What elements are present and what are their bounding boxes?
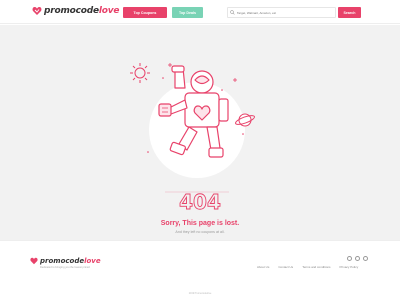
error-subtitle: And they left no coupons at all. [175,230,225,234]
footer-logo[interactable]: promocodelove [30,257,101,265]
social-links [347,256,368,261]
footer-link-privacy[interactable]: Privacy Policy [340,265,359,269]
facebook-icon[interactable] [347,256,352,261]
footer-logo-part1: promocode [40,257,85,265]
error-code-graphic: 404 [179,190,222,215]
instagram-icon[interactable] [363,256,368,261]
footer-tagline: Dedicated to bringing you the lowest pri… [40,266,91,269]
search-input[interactable] [236,10,335,15]
footer-link-contact-us[interactable]: Contact Us [278,265,293,269]
footer-link-about-us[interactable]: About Us [257,265,269,269]
twitter-icon[interactable] [355,256,360,261]
error-title: Sorry, This page is lost. [160,220,240,227]
logo-text: promocodelove [44,6,120,16]
search-button[interactable]: Search [338,7,361,18]
header: promocodelove Top Coupons Top Deals Sear… [0,0,400,24]
logo-text-part1: promocode [44,6,99,16]
search-icon [230,10,235,15]
footer-link-terms[interactable]: Terms and conditions [302,265,330,269]
error-code-text: 404 [179,190,221,214]
top-coupons-button[interactable]: Top Coupons [123,7,167,18]
search-box [227,7,336,18]
logo[interactable]: promocodelove [32,6,120,16]
copyright: 2019 Promocodelove [188,292,212,295]
footer-links: About Us Contact Us Terms and conditions… [257,265,358,269]
heart-logo-icon [30,257,38,265]
error-code: 404 [0,190,400,219]
footer-logo-text: promocodelove [40,257,101,265]
top-deals-button[interactable]: Top Deals [172,7,203,18]
footer: promocodelove Dedicated to bringing you … [0,240,400,300]
sun-icon [130,63,150,83]
footer-logo-part2: love [84,257,101,265]
main-content: 404 Sorry, This page is lost. And they l… [0,25,400,240]
logo-text-part2: love [98,6,120,16]
heart-logo-icon [32,7,42,15]
